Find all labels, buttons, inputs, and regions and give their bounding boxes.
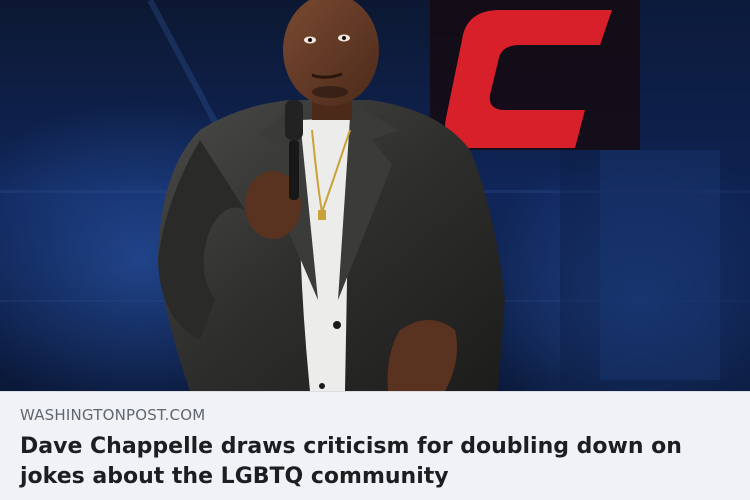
stage-photo-illustration (0, 0, 750, 391)
article-headline[interactable]: Dave Chappelle draws criticism for doubl… (20, 432, 732, 492)
preview-image[interactable] (0, 0, 750, 391)
preview-meta[interactable]: WASHINGTONPOST.COM Dave Chappelle draws … (0, 391, 750, 500)
link-preview-card[interactable]: WASHINGTONPOST.COM Dave Chappelle draws … (0, 0, 750, 500)
source-domain: WASHINGTONPOST.COM (20, 406, 206, 424)
